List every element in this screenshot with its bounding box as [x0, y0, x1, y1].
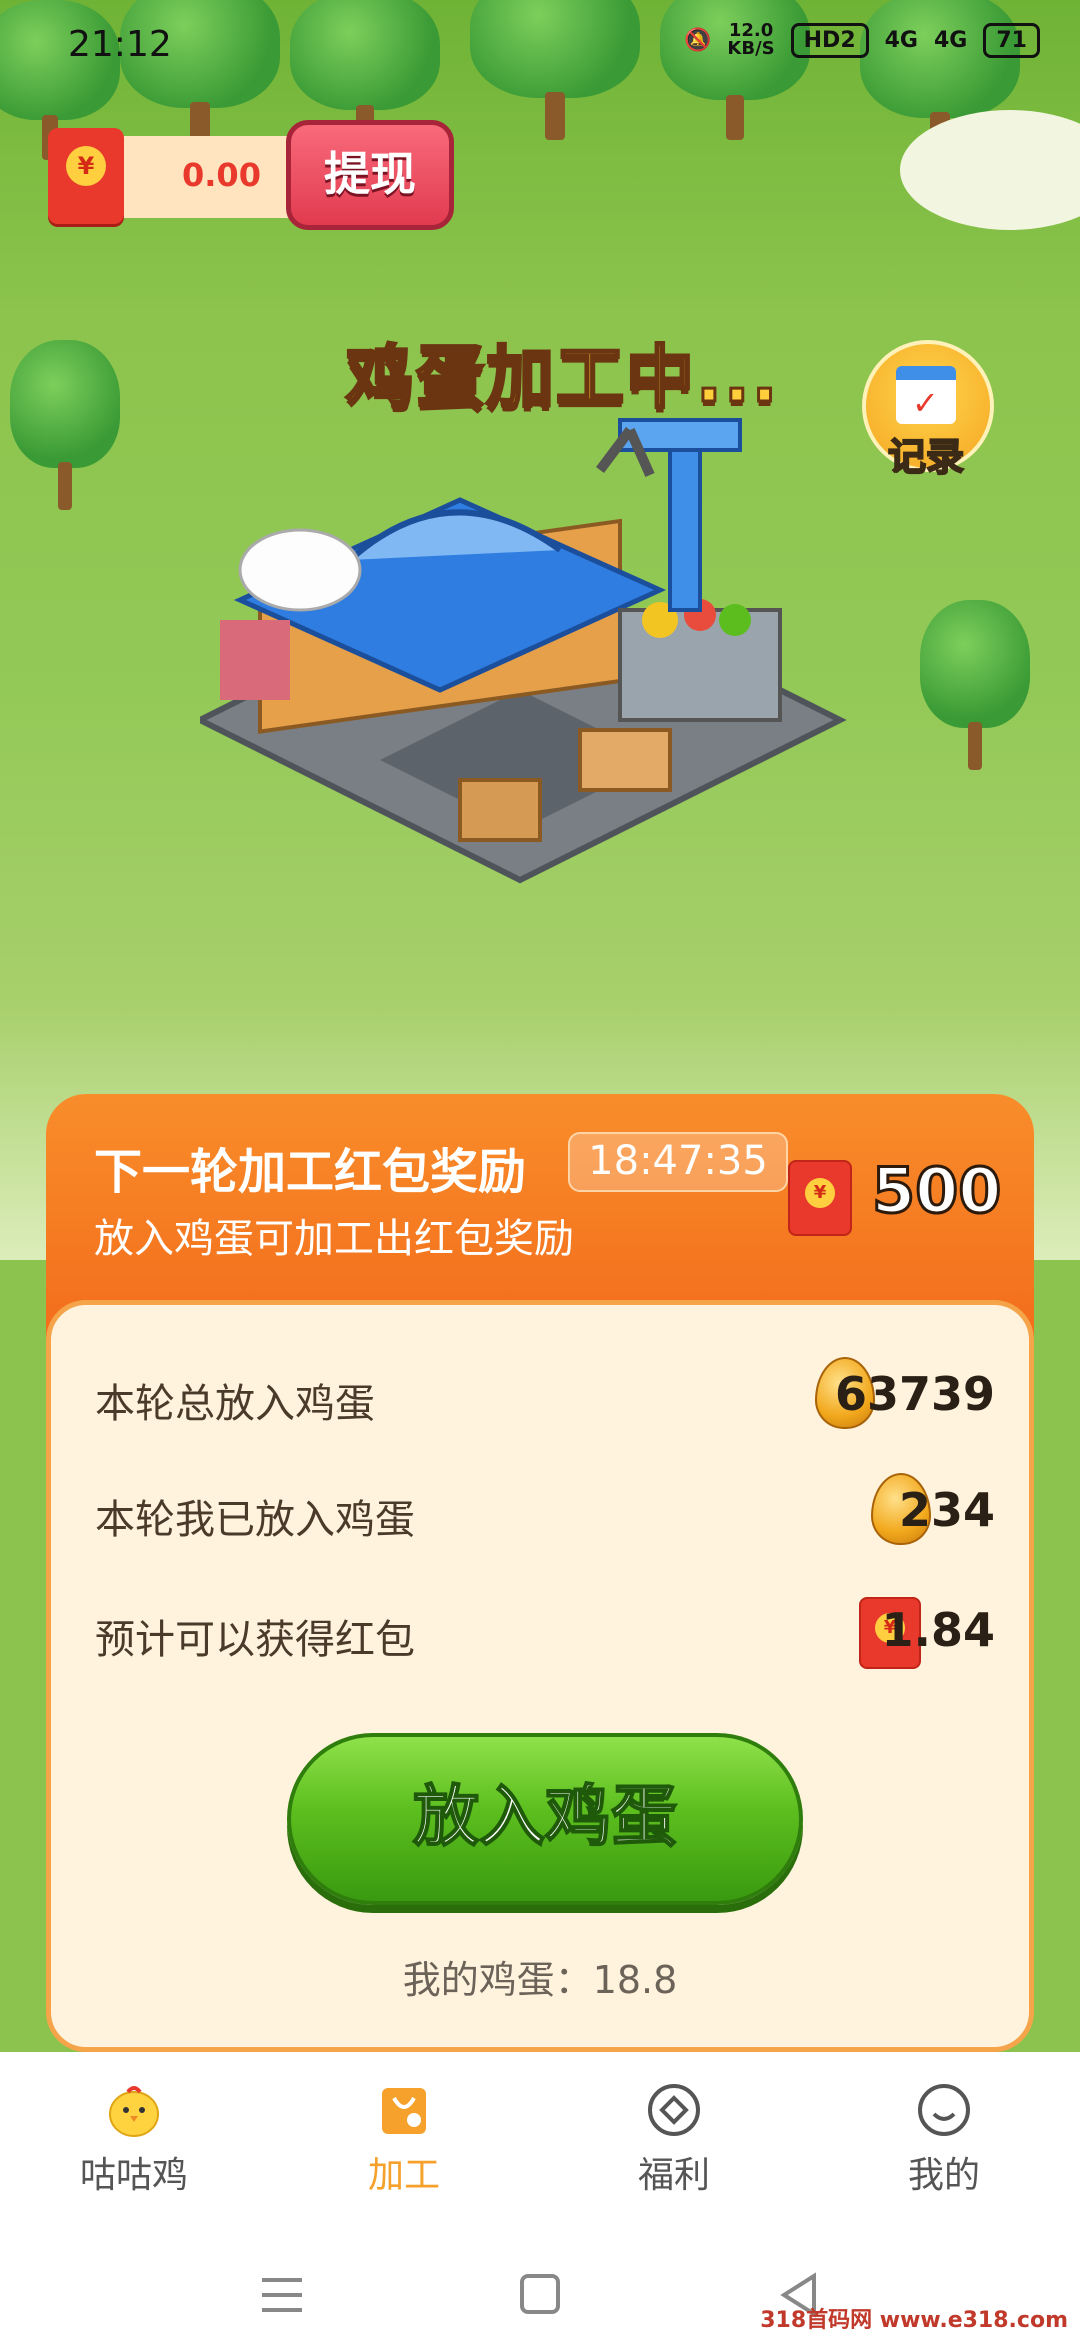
balance-amount: 0.00 — [182, 156, 261, 194]
reward-subtitle: 放入鸡蛋可加工出红包奖励 — [94, 1216, 574, 1262]
status-bar: 21:12 🔕 12.0 KB/S HD2 4G 4G 71 — [0, 0, 1080, 90]
smile-icon — [918, 2084, 970, 2136]
tree-decoration — [920, 600, 1030, 770]
record-button[interactable]: 记录 — [862, 340, 994, 480]
factory-illustration — [200, 418, 847, 884]
factory-bag-icon — [382, 2088, 426, 2134]
reward-amount: 500 — [870, 1153, 1002, 1229]
calendar-icon — [896, 366, 956, 424]
record-label: 记录 — [887, 434, 965, 480]
stat-row-total: 本轮总放入鸡蛋 63739 — [95, 1357, 995, 1437]
bottom-area: 咕咕鸡 加工 福利 我的 — [0, 2052, 1080, 2340]
mute-icon: 🔕 — [684, 27, 712, 53]
reward-title: 下一轮加工红包奖励 — [94, 1144, 527, 1200]
stat-label: 本轮我已放入鸡蛋 — [95, 1497, 415, 1543]
tab-label: 我的 — [907, 2155, 980, 2196]
tab-label: 加工 — [367, 2155, 440, 2196]
tree-decoration — [10, 340, 120, 510]
withdraw-button[interactable]: 提现 — [286, 120, 454, 230]
stat-label: 本轮总放入鸡蛋 — [95, 1381, 375, 1427]
watermark-text: 318首码网 www.e318.com — [760, 2308, 1068, 2333]
red-envelope-icon: ¥ — [48, 128, 124, 224]
home-icon[interactable] — [510, 2270, 570, 2320]
red-envelope-icon — [788, 1160, 852, 1236]
diamond-circle-icon — [648, 2084, 700, 2136]
battery-icon: 71 — [983, 22, 1040, 58]
chick-icon — [109, 2086, 159, 2137]
signal-icon: 4G — [934, 27, 968, 53]
stat-value: 63739 — [834, 1367, 995, 1421]
tab-label: 福利 — [637, 2155, 710, 2196]
clock: 21:12 — [68, 24, 172, 65]
put-eggs-button[interactable]: 放入鸡蛋 — [287, 1733, 803, 1905]
signal-icon: 4G — [884, 27, 918, 53]
processing-status: 鸡蛋加工中... — [345, 338, 780, 420]
tab-chick[interactable]: 咕咕鸡 — [34, 2080, 234, 2200]
stat-row-mine: 本轮我已放入鸡蛋 234 — [95, 1473, 995, 1553]
network-speed: 12.0 KB/S — [727, 20, 775, 59]
stat-value: 234 — [898, 1483, 995, 1537]
tab-label: 咕咕鸡 — [79, 2155, 188, 2196]
countdown-timer: 18:47:35 — [568, 1132, 788, 1192]
tab-mine[interactable]: 我的 — [844, 2080, 1044, 2200]
stat-label: 预计可以获得红包 — [95, 1617, 415, 1663]
egg-stats-card: 本轮总放入鸡蛋 63739 本轮我已放入鸡蛋 234 预计可以获得红包 1.84… — [46, 1300, 1034, 2052]
my-eggs-count: 我的鸡蛋：18.8 — [402, 1958, 678, 2002]
stat-value: 1.84 — [881, 1603, 996, 1657]
tab-welfare[interactable]: 福利 — [574, 2080, 774, 2200]
stat-row-estimate: 预计可以获得红包 1.84 — [95, 1593, 995, 1673]
tab-process[interactable]: 加工 — [304, 2080, 504, 2200]
hd-indicator: HD2 — [790, 22, 869, 58]
menu-icon[interactable] — [252, 2270, 312, 2320]
